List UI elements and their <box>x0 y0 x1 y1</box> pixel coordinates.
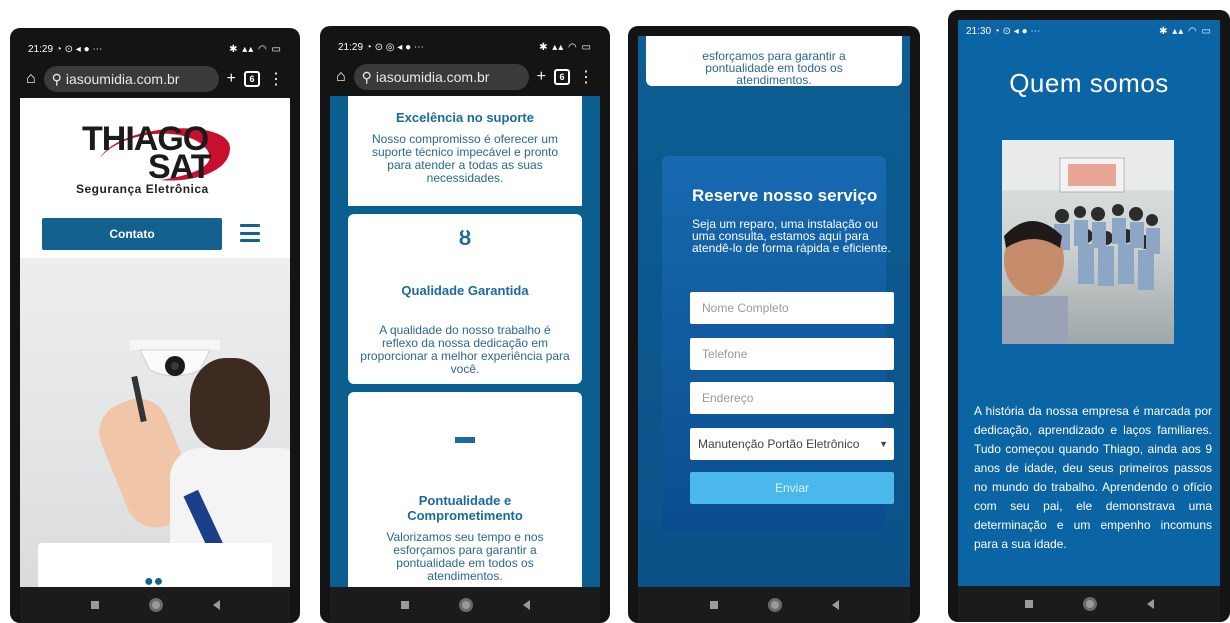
phone-screenshot-2: 21:29 ◔ ⊙ ◎ ◂ ● ⋯ ✱ ▴▴ ◠ ▭ ⌂ ⚲ iasoumidi… <box>320 26 610 623</box>
status-time: 21:29 <box>646 41 672 53</box>
card-text: Valorizamos seu tempo e nos esforçamos p… <box>386 530 544 583</box>
phone-screenshot-4: Quem somos A história da nossa empresa é… <box>948 10 1230 622</box>
status-icons: ✱ ▴▴ ◠ ▭ <box>849 41 902 53</box>
contact-button[interactable]: Contato <box>42 218 222 250</box>
home-nav-icon[interactable] <box>1082 597 1097 611</box>
plus-icon[interactable]: + <box>537 68 546 86</box>
hero-image: ●●▬▬ <box>20 258 290 587</box>
recents-icon[interactable] <box>400 601 409 609</box>
page-content: Quem somos A história da nossa empresa é… <box>958 20 1220 586</box>
logo-subtitle: Segurança Eletrônica <box>76 182 209 196</box>
phone-screenshot-3: esforçamos para garantir a pontualidade … <box>628 26 920 623</box>
screen: 21:29 ◔ ⊙ ◂ ● ⋯ ✱ ▴▴ ◠ ▭ ⌂ ⚲ iasoumidia.… <box>20 38 290 623</box>
status-icons: ✱ ▴▴ ◠ ▭ <box>539 41 592 53</box>
back-icon[interactable] <box>522 600 530 610</box>
feature-card-quality: ȣ Qualidade Garantida A qualidade do nos… <box>348 214 582 384</box>
url-field[interactable]: ⚲ iasoumidia.com.br <box>353 64 529 90</box>
url-text: iasoumidia.com.br <box>375 69 490 85</box>
medal-icon: ȣ <box>458 228 472 250</box>
browser-toolbar: ⌂ ⚲ iasoumidia.com.br + 6 ⋮ <box>20 60 290 98</box>
status-time: 21:30 <box>966 25 992 37</box>
card-title: Pontualidade e Comprometimento <box>407 493 523 523</box>
android-nav-bar <box>638 587 910 623</box>
card-text: A qualidade do nosso trabalho é reflexo … <box>360 323 570 376</box>
status-bar: 21:29 ◔ ⊙ ◂ ● ⋯ ✱ ▴▴ ◠ ▭ <box>28 43 282 55</box>
name-input[interactable]: Nome Completo <box>690 292 894 324</box>
hamburger-icon[interactable] <box>240 224 260 242</box>
feature-card-punctuality: ▬ Pontualidade e Comprometimento Valoriz… <box>348 392 582 587</box>
back-icon[interactable] <box>1146 599 1154 609</box>
service-select-value: Manutenção Portão Eletrônico <box>698 437 860 451</box>
screen: esforçamos para garantir a pontualidade … <box>638 36 910 623</box>
android-nav-bar <box>330 587 600 623</box>
about-title: Quem somos <box>1009 68 1169 98</box>
screen: 21:29 ◔ ⊙ ◎ ◂ ● ⋯ ✱ ▴▴ ◠ ▭ ⌂ ⚲ iasoumidi… <box>330 36 600 623</box>
url-text: iasoumidia.com.br <box>65 71 180 87</box>
status-bar: 21:30 ◔ ⊙ ◂ ● ⋯ ✱ ▴▴ ◠ ▭ <box>966 25 1212 37</box>
status-icons: ✱ ▴▴ ◠ ▭ <box>1159 25 1212 37</box>
home-nav-icon[interactable] <box>767 598 782 612</box>
status-icons: ✱ ▴▴ ◠ ▭ <box>229 43 282 55</box>
booking-form: Reserve nosso serviço Seja um reparo, um… <box>662 156 894 532</box>
back-icon[interactable] <box>831 600 839 610</box>
dropdown-caret-icon: ▼ <box>879 439 888 449</box>
screen: Quem somos A história da nossa empresa é… <box>958 20 1220 622</box>
team-photo <box>1002 140 1174 344</box>
back-icon[interactable] <box>212 600 220 610</box>
tab-count-button[interactable]: 6 <box>244 71 260 87</box>
address-input[interactable]: Endereço <box>690 382 894 414</box>
browser-toolbar: ⌂ ⚲ iasoumidia.com.br + 6 ⋮ <box>330 58 600 96</box>
page-content: THIAGO SAT Segurança Eletrônica Contato <box>20 98 290 587</box>
home-nav-icon[interactable] <box>148 598 163 612</box>
menu-dots-icon[interactable]: ⋮ <box>578 67 594 87</box>
form-title: Reserve nosso serviço <box>692 186 878 205</box>
recents-icon[interactable] <box>709 601 718 609</box>
team-photo-image <box>1002 140 1174 344</box>
submit-button[interactable]: Enviar <box>690 472 894 504</box>
people-icon: ●●▬▬ <box>144 573 164 587</box>
status-bar: 21:29 ◔ ⊙ ◎ ◂ ● ⋯ ✱ ▴▴ ◠ ▭ <box>338 41 592 53</box>
service-select[interactable]: Manutenção Portão Eletrônico ▼ <box>690 428 894 460</box>
recents-icon[interactable] <box>1024 600 1033 608</box>
tab-count-button[interactable]: 6 <box>554 69 570 85</box>
status-time: 21:29 <box>28 43 54 55</box>
menu-dots-icon[interactable]: ⋮ <box>268 69 284 89</box>
android-nav-bar <box>20 587 290 623</box>
home-icon[interactable]: ⌂ <box>26 70 36 88</box>
about-paragraph: A história da nossa empresa é marcada po… <box>974 404 1212 551</box>
feature-card: ●●▬▬ <box>38 543 272 587</box>
page-content: Excelência no suporte Nosso compromisso … <box>330 96 600 587</box>
recents-icon[interactable] <box>90 601 99 609</box>
card-title: Qualidade Garantida <box>401 283 529 298</box>
card-icon: ▬ <box>455 426 475 448</box>
form-description: Seja um reparo, uma instalação ou uma co… <box>692 217 891 255</box>
home-nav-icon[interactable] <box>458 598 473 612</box>
status-time: 21:29 <box>338 41 364 53</box>
feature-card-support: Excelência no suporte Nosso compromisso … <box>348 96 582 206</box>
home-icon[interactable]: ⌂ <box>336 68 346 86</box>
person-head-image <box>190 358 270 450</box>
phone-input[interactable]: Telefone <box>690 338 894 370</box>
header-logo[interactable]: THIAGO SAT Segurança Eletrônica <box>20 98 290 208</box>
card-text: Nosso compromisso é oferecer um suporte … <box>371 132 559 185</box>
page-content: esforçamos para garantir a pontualidade … <box>638 36 910 587</box>
card-title: Excelência no suporte <box>396 110 534 125</box>
android-nav-bar <box>958 586 1220 622</box>
status-bar: 21:29 ◔ ⊙ ◎ ◂ ● ⋯ ✱ ▴▴ ◠ ▭ <box>646 41 902 53</box>
plus-icon[interactable]: + <box>227 70 236 88</box>
url-field[interactable]: ⚲ iasoumidia.com.br <box>43 66 219 92</box>
phone-screenshot-1: 21:29 ◔ ⊙ ◂ ● ⋯ ✱ ▴▴ ◠ ▭ ⌂ ⚲ iasoumidia.… <box>10 28 300 623</box>
